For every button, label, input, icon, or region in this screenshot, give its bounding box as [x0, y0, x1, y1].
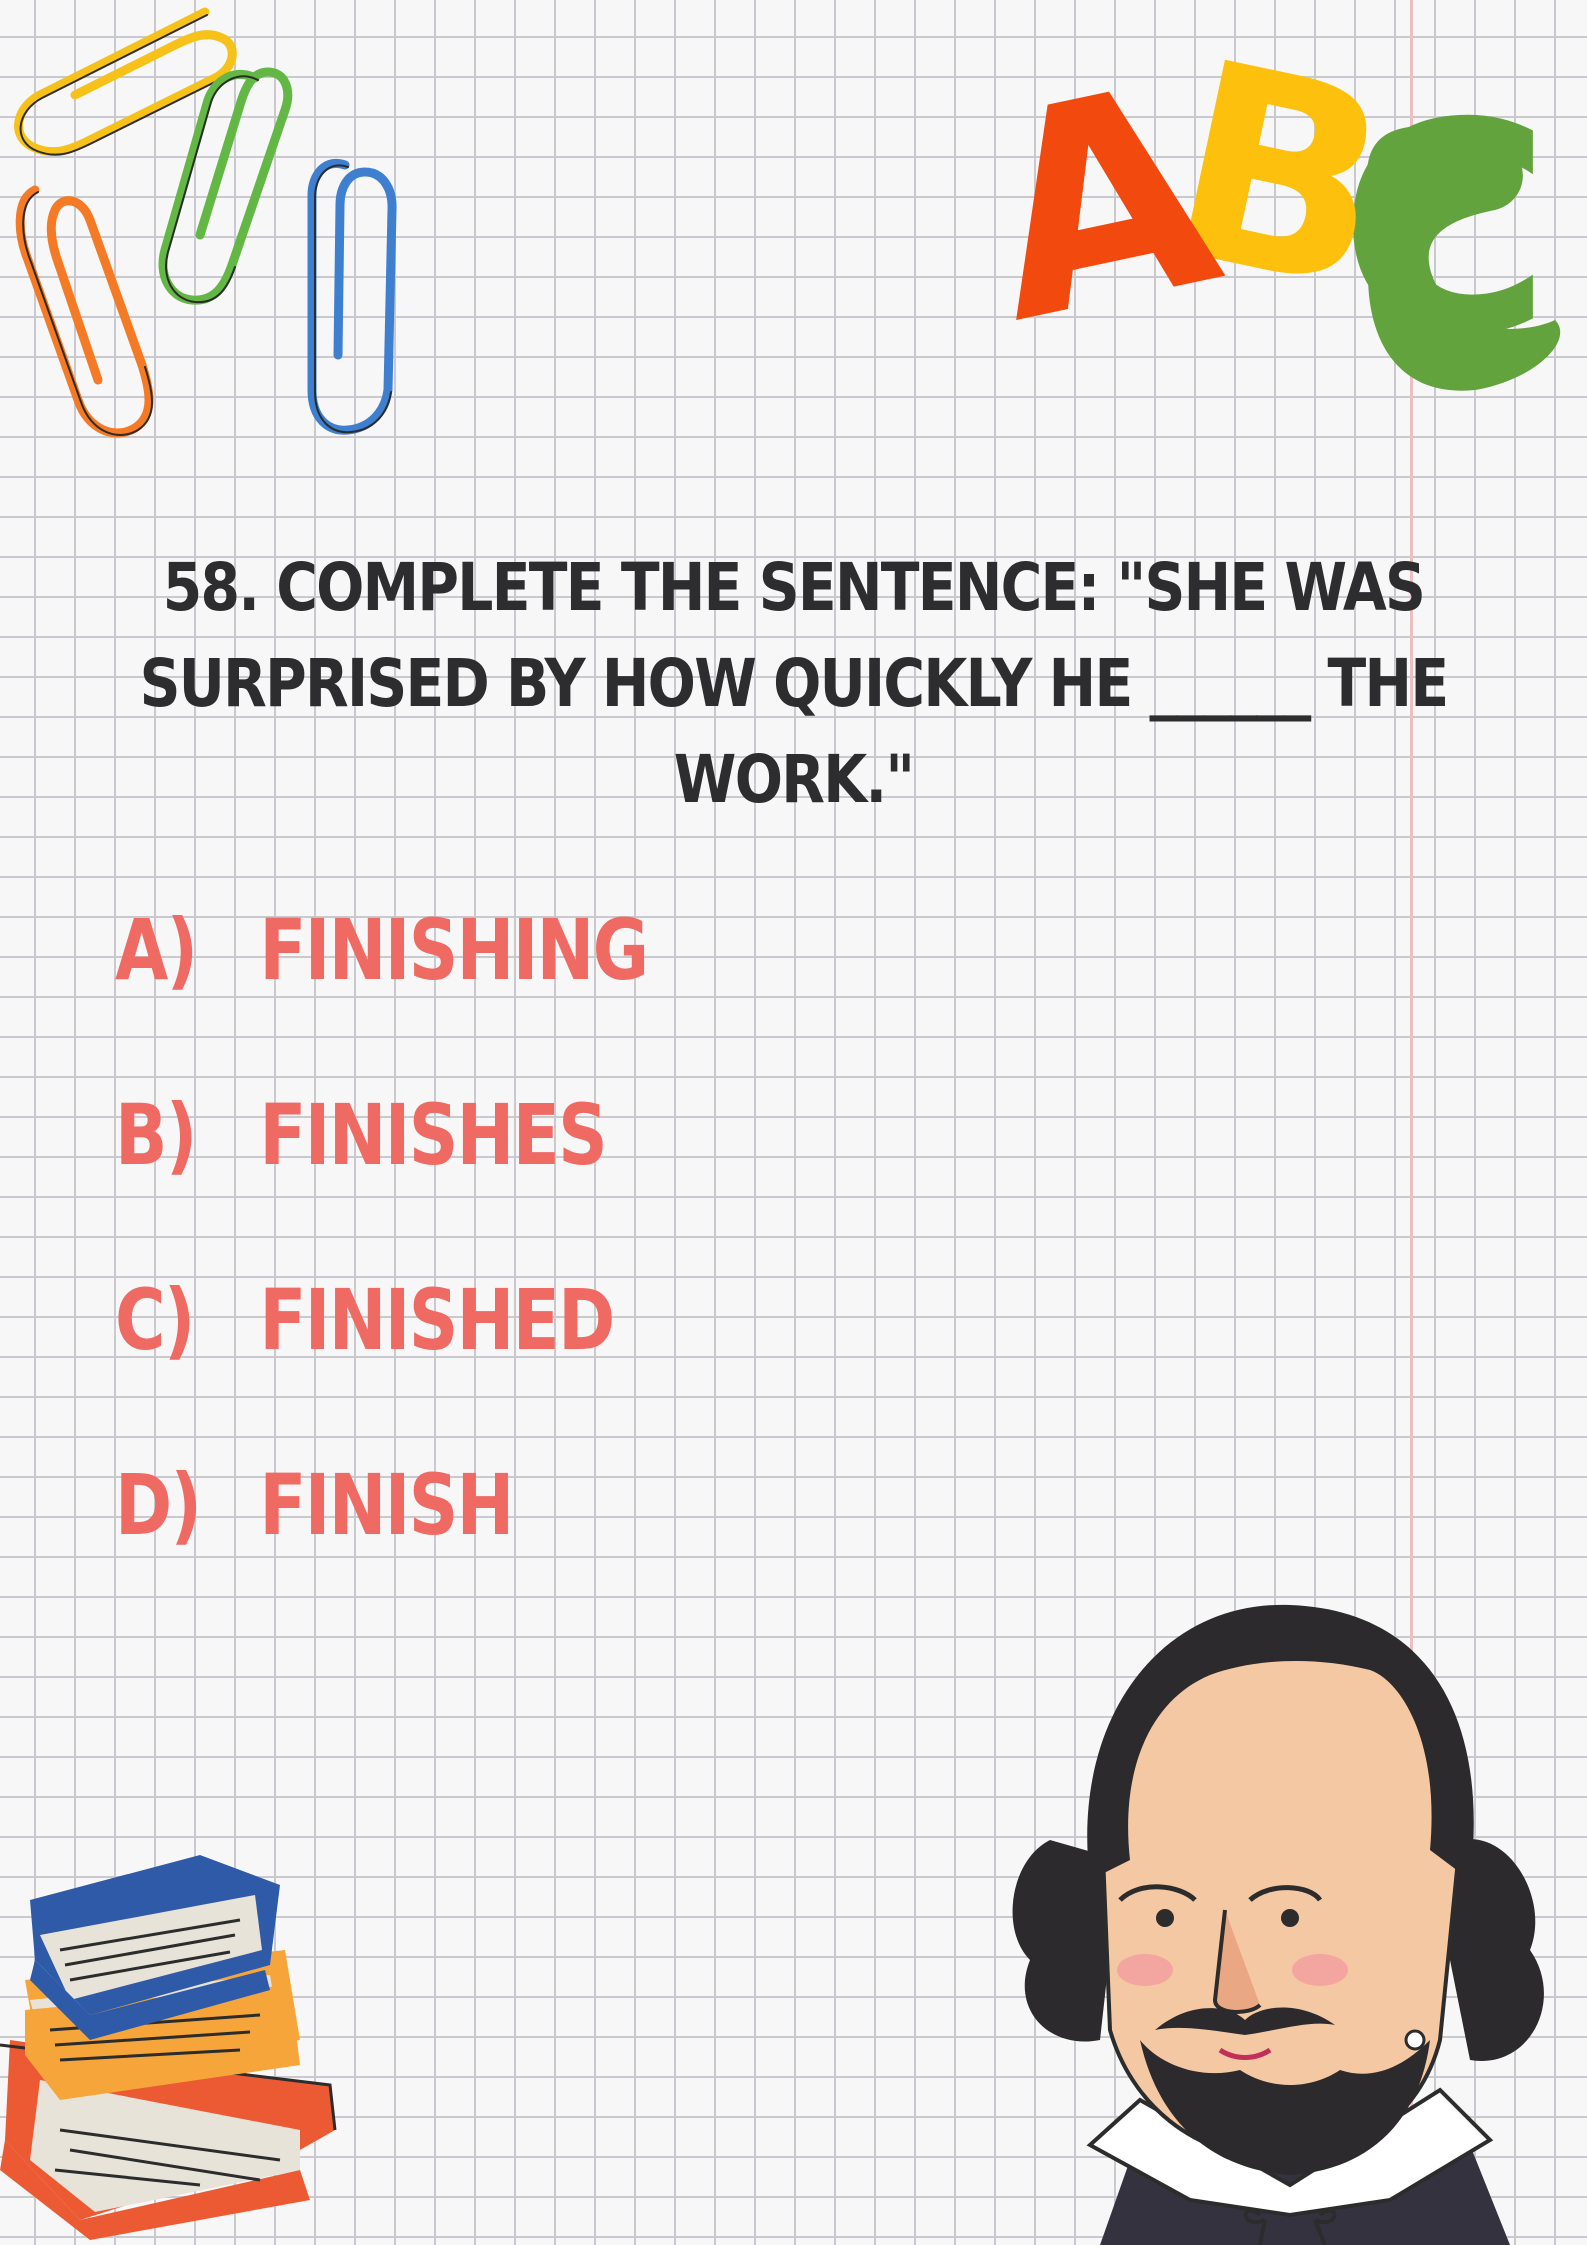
- option-d[interactable]: D) finish: [115, 1455, 648, 1640]
- paperclip-icon: [307, 158, 397, 435]
- shakespeare-illustration: [1012, 1604, 1544, 2245]
- option-b-letter: B): [115, 1086, 197, 1184]
- book-stack-icon: [0, 1855, 337, 2240]
- option-b[interactable]: B) finishes: [115, 1085, 648, 1270]
- option-a-text: finishing: [259, 901, 649, 999]
- paperclip-icon: [15, 185, 154, 438]
- option-a-letter: A): [115, 901, 198, 999]
- option-d-text: finish: [259, 1456, 514, 1554]
- question-text: 58. Complete the sentence: "She was surp…: [139, 549, 1449, 818]
- option-a[interactable]: A) finishing: [115, 900, 649, 1085]
- paperclip-icon: [158, 67, 293, 305]
- option-c[interactable]: C) finished: [115, 1270, 648, 1455]
- abc-letters-icon: C B A: [975, 2, 1561, 399]
- answer-options: A) finishing B) finishes C) finished D) …: [115, 900, 765, 1640]
- eye-right: [1281, 1909, 1299, 1927]
- eye-left: [1156, 1909, 1174, 1927]
- option-d-letter: D): [115, 1456, 202, 1554]
- option-c-text: finished: [259, 1271, 615, 1369]
- option-b-text: finishes: [259, 1086, 607, 1184]
- paperclips-decoration: [14, 7, 397, 438]
- option-c-letter: C): [115, 1271, 195, 1369]
- earring: [1404, 2029, 1426, 2051]
